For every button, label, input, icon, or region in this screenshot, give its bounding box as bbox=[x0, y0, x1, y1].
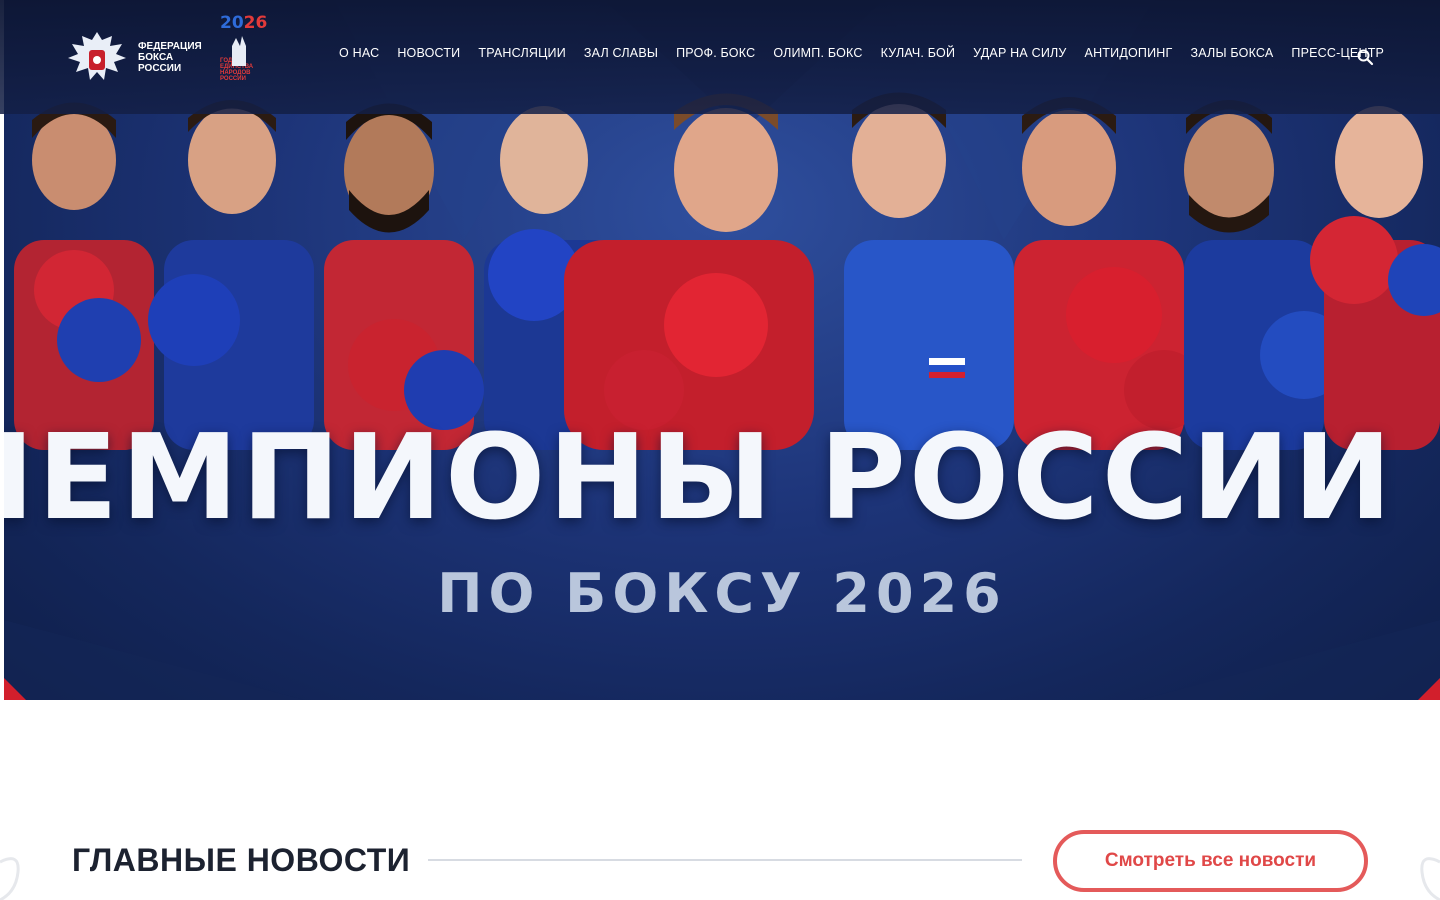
eagle-emblem-icon bbox=[68, 32, 126, 80]
nav-item-boxing-gyms[interactable]: ЗАЛЫ БОКСА bbox=[1181, 46, 1282, 60]
site-header: ФЕДЕРАЦИЯ БОКСА РОССИИ 2026 ГОД ЕДИНСТВА… bbox=[0, 0, 1440, 114]
boxers-illustration bbox=[14, 92, 1440, 450]
boxer-9 bbox=[1310, 106, 1440, 450]
decorative-ornament-right bbox=[1420, 857, 1440, 900]
nav-item-about[interactable]: О НАС bbox=[330, 46, 388, 60]
decorative-ornament-left bbox=[0, 857, 20, 900]
nav-item-news[interactable]: НОВОСТИ bbox=[388, 46, 469, 60]
nav-item-olympic-boxing[interactable]: ОЛИМП. БОКС bbox=[764, 46, 871, 60]
search-icon[interactable] bbox=[1356, 48, 1374, 66]
logo-text: ФЕДЕРАЦИЯ БОКСА РОССИИ bbox=[138, 40, 202, 74]
boxer-5 bbox=[564, 93, 814, 450]
heading-divider bbox=[428, 859, 1022, 861]
nav-item-fist-fight[interactable]: КУЛАЧ. БОЙ bbox=[872, 46, 965, 60]
hero-subtitle: ПО БОКСУ 2026 bbox=[437, 562, 1007, 625]
main-news-heading: ГЛАВНЫЕ НОВОСТИ bbox=[72, 842, 411, 878]
nav-item-press-center[interactable]: ПРЕСС-ЦЕНТР bbox=[1282, 46, 1393, 60]
nav-item-pro-boxing[interactable]: ПРОФ. БОКС bbox=[667, 46, 764, 60]
year-number: 2026 bbox=[220, 13, 268, 33]
boxer-2 bbox=[148, 100, 314, 450]
nav-item-punch-power[interactable]: УДАР НА СИЛУ bbox=[964, 46, 1075, 60]
boxer-7 bbox=[1014, 97, 1204, 450]
hero-corner-accent-right bbox=[1418, 678, 1440, 700]
hero-title: ЧЕМПИОНЫ РОССИИ bbox=[4, 408, 1395, 546]
monument-icon bbox=[232, 36, 246, 66]
hero-corner-accent-left bbox=[4, 678, 26, 700]
nav-item-broadcasts[interactable]: ТРАНСЛЯЦИИ bbox=[469, 46, 575, 60]
year-of-unity-logo[interactable]: 2026 ГОД ЕДИНСТВА НАРОДОВ РОССИИ bbox=[220, 13, 268, 102]
view-all-news-button[interactable]: Смотреть все новости bbox=[1053, 830, 1368, 892]
federation-logo[interactable]: ФЕДЕРАЦИЯ БОКСА РОССИИ bbox=[66, 26, 210, 88]
boxer-3 bbox=[324, 103, 484, 450]
boxer-6 bbox=[844, 92, 1014, 450]
nav-item-hall-of-fame[interactable]: ЗАЛ СЛАВЫ bbox=[575, 46, 667, 60]
boxer-1 bbox=[14, 102, 154, 450]
main-nav: О НАС НОВОСТИ ТРАНСЛЯЦИИ ЗАЛ СЛАВЫ ПРОФ.… bbox=[330, 46, 1393, 60]
nav-item-antidoping[interactable]: АНТИДОПИНГ bbox=[1076, 46, 1182, 60]
